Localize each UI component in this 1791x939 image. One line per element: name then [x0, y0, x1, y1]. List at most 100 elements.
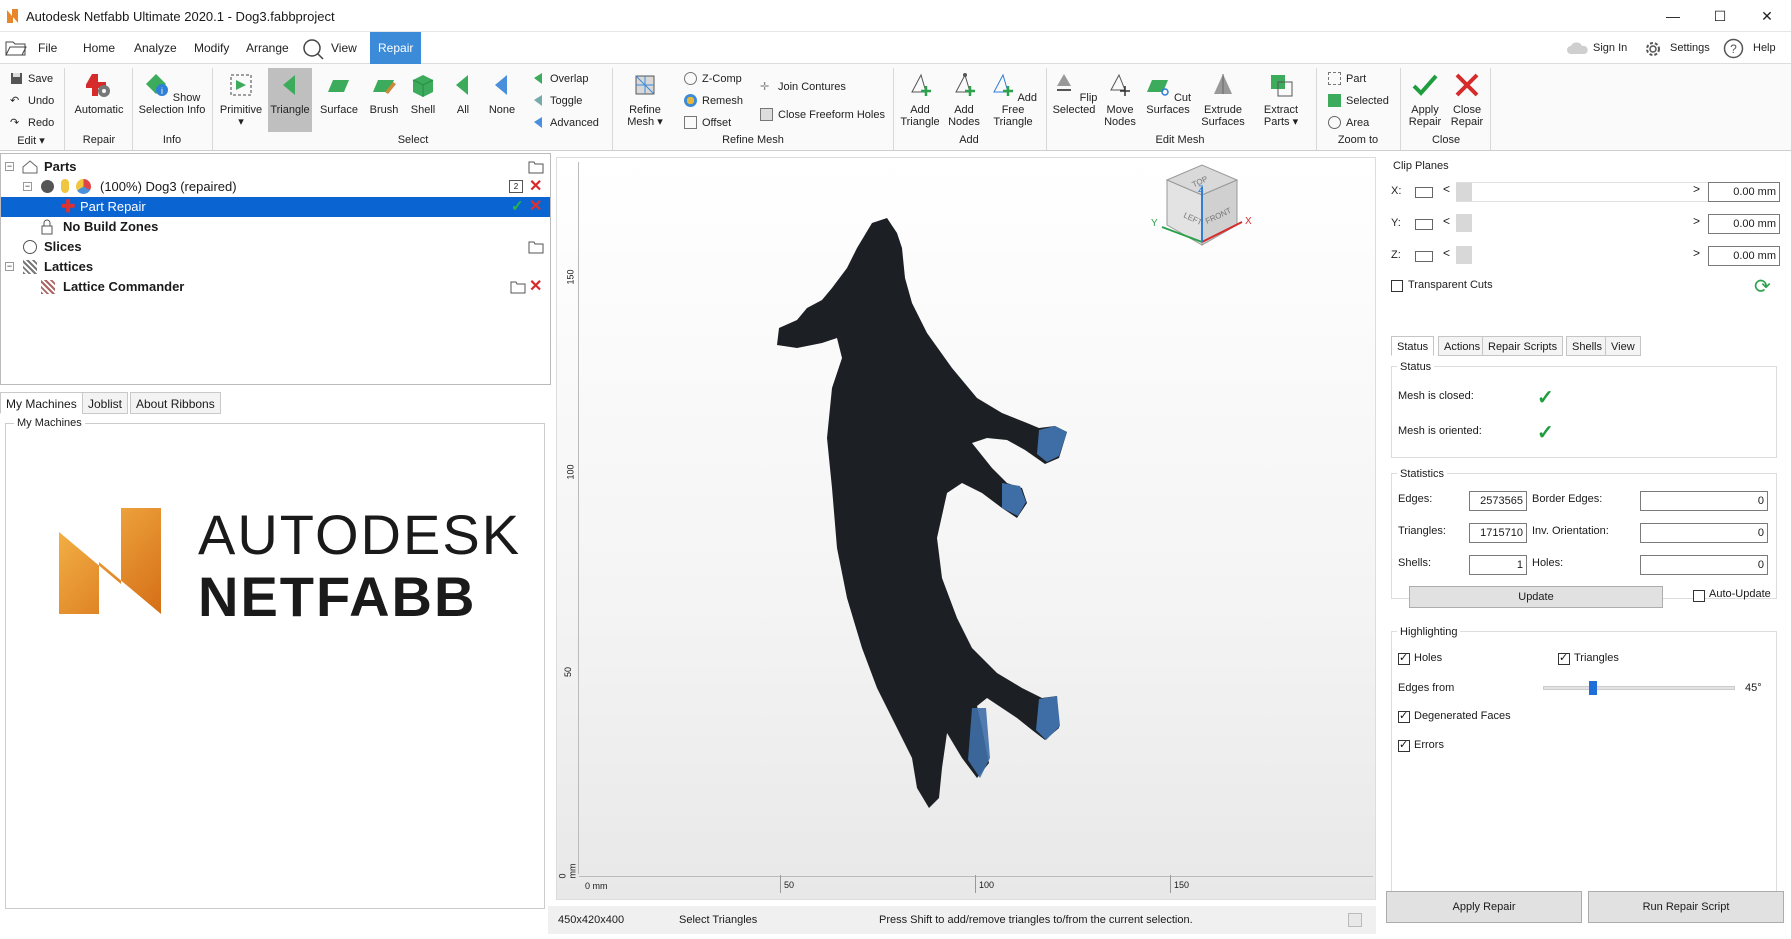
add-triangle-button[interactable]: Add Triangle	[896, 72, 944, 128]
visibility-icon[interactable]	[41, 180, 54, 193]
transparent-cuts-checkbox[interactable]	[1391, 280, 1403, 292]
tree-part-dog3[interactable]: − (100%) Dog3 (repaired) 2 ✕	[1, 177, 550, 197]
edges-angle-slider[interactable]	[1543, 681, 1735, 695]
open-folder-icon[interactable]	[5, 39, 27, 57]
clip-x-right-arrow[interactable]: >	[1693, 182, 1700, 196]
tab-modify[interactable]: Modify	[186, 32, 237, 64]
select-all-button[interactable]: All	[446, 72, 480, 116]
remesh-button[interactable]: Remesh	[684, 94, 743, 107]
help-button[interactable]: Help	[1745, 32, 1784, 64]
search-icon[interactable]	[302, 38, 324, 60]
tab-arrange[interactable]: Arrange	[238, 32, 297, 64]
z-comp-button[interactable]: Z-Comp	[684, 72, 742, 85]
apply-repair-ribbon-button[interactable]: Apply Repair	[1402, 72, 1448, 128]
maximize-button[interactable]: ☐	[1697, 0, 1743, 32]
refine-mesh-button[interactable]: Refine Mesh ▾	[620, 72, 670, 128]
join-contures-button[interactable]: ✛ Join Contures	[760, 80, 846, 94]
tab-joblist[interactable]: Joblist	[82, 392, 129, 414]
tab-about-ribbons[interactable]: About Ribbons	[130, 392, 221, 414]
tree-parts[interactable]: − Parts	[1, 157, 550, 177]
update-button[interactable]: Update	[1409, 586, 1663, 608]
advanced-select-button[interactable]: Advanced	[532, 116, 599, 129]
view-cube[interactable]: TOP LEFT FRONT Y X Z	[1137, 162, 1257, 262]
highlight-triangles-checkbox[interactable]	[1558, 651, 1570, 665]
tree-slices[interactable]: Slices	[1, 237, 550, 257]
tab-analyze[interactable]: Analyze	[126, 32, 185, 64]
menu-file[interactable]: File	[30, 32, 65, 64]
auto-update-checkbox[interactable]	[1693, 590, 1705, 602]
cut-surfaces-button[interactable]: Cut Surfaces	[1144, 72, 1192, 116]
run-repair-script-button[interactable]: Run Repair Script	[1588, 891, 1784, 923]
add-free-triangle-button[interactable]: Add Free Triangle	[986, 72, 1040, 128]
show-selection-info-button[interactable]: i Show Selection Info	[136, 72, 208, 116]
edit-group-dropdown[interactable]: Edit ▾	[14, 134, 48, 147]
offset-button[interactable]: Offset	[684, 116, 731, 129]
dog-3d-model[interactable]	[777, 218, 1157, 838]
clip-x-toggle[interactable]	[1415, 187, 1433, 198]
folder-open-icon[interactable]	[528, 240, 544, 254]
close-freeform-holes-button[interactable]: Close Freeform Holes	[760, 108, 885, 121]
tab-status[interactable]: Status	[1391, 336, 1435, 356]
gear-icon[interactable]	[1643, 39, 1663, 59]
clip-x-left-arrow[interactable]: <	[1443, 182, 1450, 196]
tab-my-machines[interactable]: My Machines	[0, 392, 83, 414]
highlight-holes-checkbox[interactable]	[1398, 651, 1410, 665]
tab-repair[interactable]: Repair	[370, 32, 422, 64]
tree-no-build-zones[interactable]: No Build Zones	[1, 217, 550, 237]
tab-view[interactable]: View	[323, 32, 365, 64]
refresh-icon[interactable]: ⟳	[1754, 274, 1771, 299]
add-nodes-button[interactable]: Add Nodes	[944, 72, 984, 128]
toggle-select-button[interactable]: Toggle	[532, 94, 582, 107]
collapse-icon[interactable]: −	[23, 182, 32, 191]
color-icon[interactable]	[76, 179, 91, 194]
3d-viewport[interactable]: 150 100 50 0 mm 0 mm 50 100 150 TOP LEFT…	[556, 157, 1376, 900]
clip-y-value[interactable]: 0.00 mm	[1708, 214, 1780, 234]
zoom-part-button[interactable]: Part	[1328, 72, 1366, 85]
clip-z-toggle[interactable]	[1415, 251, 1433, 262]
move-nodes-button[interactable]: Move Nodes	[1100, 72, 1140, 128]
surface-select-button[interactable]: Surface	[316, 72, 362, 116]
clip-z-value[interactable]: 0.00 mm	[1708, 246, 1780, 266]
clip-y-right-arrow[interactable]: >	[1693, 214, 1700, 228]
collapse-icon[interactable]: −	[5, 162, 14, 171]
tab-actions[interactable]: Actions	[1438, 336, 1487, 356]
folder-open-icon[interactable]	[528, 160, 544, 174]
remove-part-icon[interactable]: ✕	[529, 177, 542, 197]
zoom-area-button[interactable]: Area	[1328, 116, 1369, 129]
close-window-button[interactable]: ✕	[1744, 0, 1790, 32]
tree-lattice-commander[interactable]: Lattice Commander ✕	[1, 277, 550, 297]
tab-view-right[interactable]: View	[1605, 336, 1641, 356]
tab-repair-scripts[interactable]: Repair Scripts	[1482, 336, 1564, 356]
degenerated-faces-checkbox[interactable]	[1398, 709, 1410, 723]
automatic-repair-button[interactable]: Automatic	[70, 72, 128, 116]
folder-open-icon[interactable]	[510, 280, 526, 294]
apply-checkmark-icon[interactable]: ✓	[511, 197, 524, 217]
clip-y-left-arrow[interactable]: <	[1443, 214, 1450, 228]
apply-repair-button[interactable]: Apply Repair	[1386, 891, 1582, 923]
tree-part-repair[interactable]: ✚ Part Repair ✓ ✕	[1, 197, 550, 217]
brush-select-button[interactable]: Brush	[364, 72, 404, 116]
extrude-surfaces-button[interactable]: Extrude Surfaces	[1196, 72, 1250, 128]
select-none-button[interactable]: None	[484, 72, 520, 116]
tab-shells[interactable]: Shells	[1566, 336, 1608, 356]
clip-z-right-arrow[interactable]: >	[1693, 246, 1700, 260]
extract-parts-button[interactable]: Extract Parts ▾	[1256, 72, 1306, 128]
help-icon[interactable]: ?	[1723, 38, 1744, 59]
undo-button[interactable]: ↶ Undo	[10, 94, 54, 108]
bulb-icon[interactable]	[61, 179, 69, 193]
flip-selected-button[interactable]: Flip Selected	[1048, 72, 1100, 116]
tab-home[interactable]: Home	[75, 32, 123, 64]
primitive-select-button[interactable]: Primitive ▾	[218, 72, 264, 128]
settings-button[interactable]: Settings	[1662, 32, 1718, 64]
minimize-button[interactable]: —	[1650, 0, 1696, 32]
remove-lattice-icon[interactable]: ✕	[529, 277, 542, 297]
tree-lattices[interactable]: − Lattices	[1, 257, 550, 277]
clip-z-left-arrow[interactable]: <	[1443, 246, 1450, 260]
clip-x-value[interactable]: 0.00 mm	[1708, 182, 1780, 202]
save-button[interactable]: Save	[10, 72, 53, 85]
clip-y-slider[interactable]	[1456, 214, 1688, 234]
sign-in-link[interactable]: Sign In	[1585, 32, 1635, 64]
discard-icon[interactable]: ✕	[529, 197, 542, 217]
zoom-selected-button[interactable]: Selected	[1328, 94, 1389, 107]
triangle-select-button[interactable]: Triangle	[268, 68, 312, 132]
